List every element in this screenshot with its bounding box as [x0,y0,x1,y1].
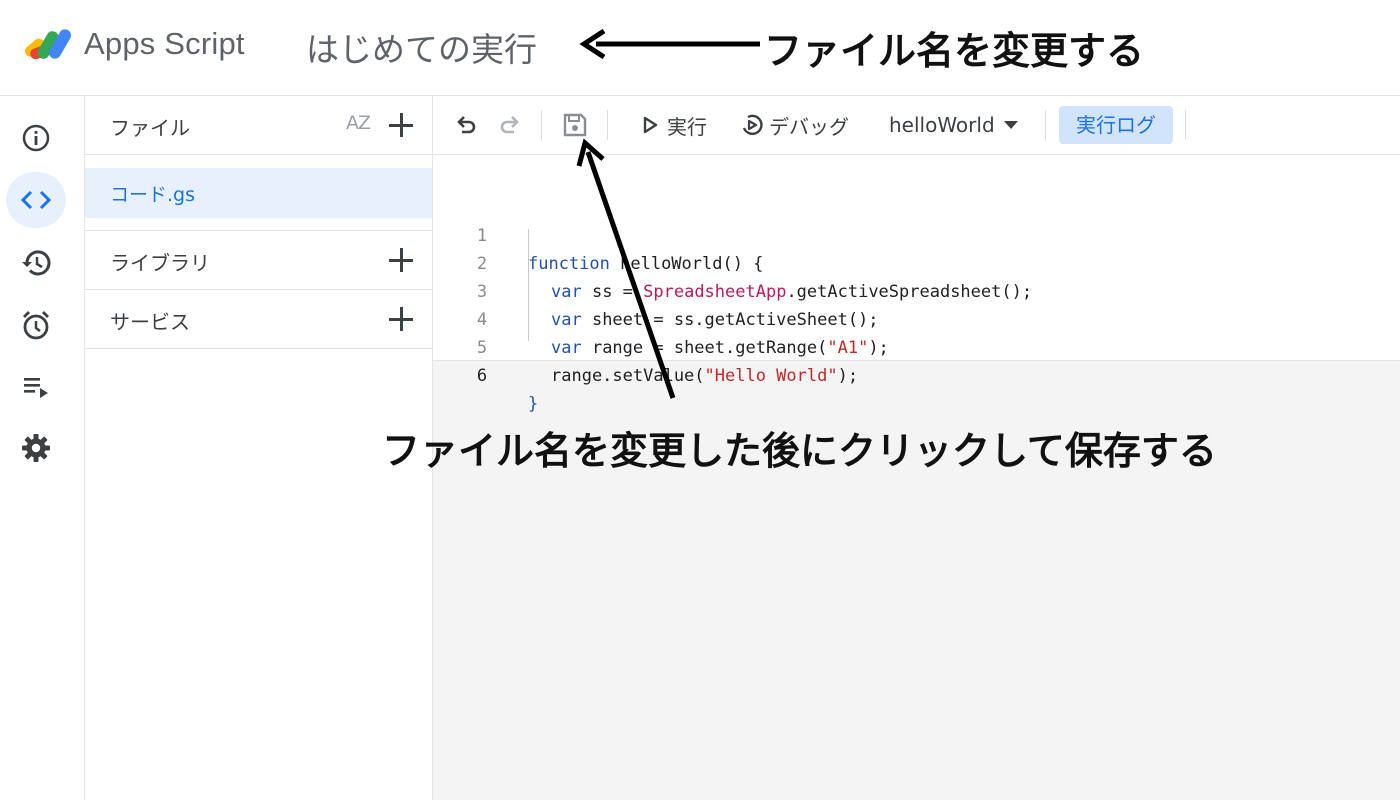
file-item-code-gs[interactable]: コード.gs [85,168,432,218]
sort-az-icon[interactable]: AZ [346,112,371,134]
left-rail [0,96,85,800]
debug-button[interactable]: デバッグ [739,110,849,140]
toolbar-divider [1045,110,1046,140]
code-line: 4 var range = sheet.getRange("A1"); [433,278,1400,358]
libraries-label: ライブラリ [110,251,210,275]
execution-log-button[interactable]: 実行ログ [1059,106,1173,144]
services-label: サービス [110,310,190,334]
files-label: ファイル [110,116,190,140]
libraries-section-header: ライブラリ [85,230,432,290]
file-name: コード.gs [110,184,195,206]
debug-icon [742,114,763,135]
code-line: 5 range.setValue("Hello World"); [433,306,1400,386]
line-number: 6 [476,366,488,386]
save-button[interactable] [561,110,589,140]
debug-label: デバッグ [769,114,849,139]
redo-button[interactable] [497,110,523,140]
toolbar-divider [1185,110,1186,140]
add-service-button[interactable] [386,304,416,334]
dropdown-arrow-icon [1003,121,1018,129]
rail-editor-button[interactable] [6,172,66,228]
executions-icon [24,378,48,398]
rail-triggers-button[interactable] [8,301,64,349]
app-name: Apps Script [84,26,245,61]
toolbar-divider [541,110,542,140]
annotation-rename: ファイル名を変更する [764,29,1145,73]
run-button[interactable]: 実行 [639,110,707,140]
files-panel: ファイル AZ コード.gs ライブラリ サービス [85,96,433,800]
function-select-value: helloWorld [889,113,995,137]
toolbar-divider [607,110,608,140]
code-editor[interactable]: 1 function helloWorld() { 2 var ss = Spr… [433,155,1400,414]
add-file-button[interactable] [386,110,416,140]
code-text: range.setValue("Hello World"); [551,366,859,386]
alarm-icon [23,311,49,340]
rail-history-button[interactable] [8,239,64,287]
app-header: Apps Script はじめての実行 ファイル名を変更する [0,0,1400,96]
services-section-header: サービス [85,290,432,349]
project-title[interactable]: はじめての実行 [306,23,537,71]
code-line: 3 var sheet = ss.getActiveSheet(); [433,250,1400,330]
function-select[interactable]: helloWorld [889,110,1021,140]
code-line: 2 var ss = SpreadsheetApp.getActiveSprea… [433,222,1400,302]
undo-button[interactable] [453,110,479,140]
code-icon [20,190,52,210]
apps-script-logo[interactable] [22,24,76,66]
play-icon [643,116,658,134]
add-library-button[interactable] [386,245,416,275]
save-icon [563,113,587,137]
editor-toolbar: 実行 デバッグ helloWorld 実行ログ [433,96,1400,155]
rail-overview-button[interactable] [8,114,64,162]
files-section-header: ファイル AZ [85,96,432,155]
rail-executions-button[interactable] [8,363,64,411]
redo-icon [500,116,519,134]
annotation-save: ファイル名を変更した後にクリックして保存する [382,429,1217,473]
info-icon [22,124,50,152]
history-icon [22,250,51,276]
run-label: 実行 [667,114,707,139]
rail-settings-button[interactable] [8,424,64,472]
undo-icon [457,116,476,134]
code-line: 6 } [433,334,1400,414]
code-text: } [528,394,539,414]
gear-icon [22,434,50,462]
code-line: 1 function helloWorld() { [433,194,1400,274]
